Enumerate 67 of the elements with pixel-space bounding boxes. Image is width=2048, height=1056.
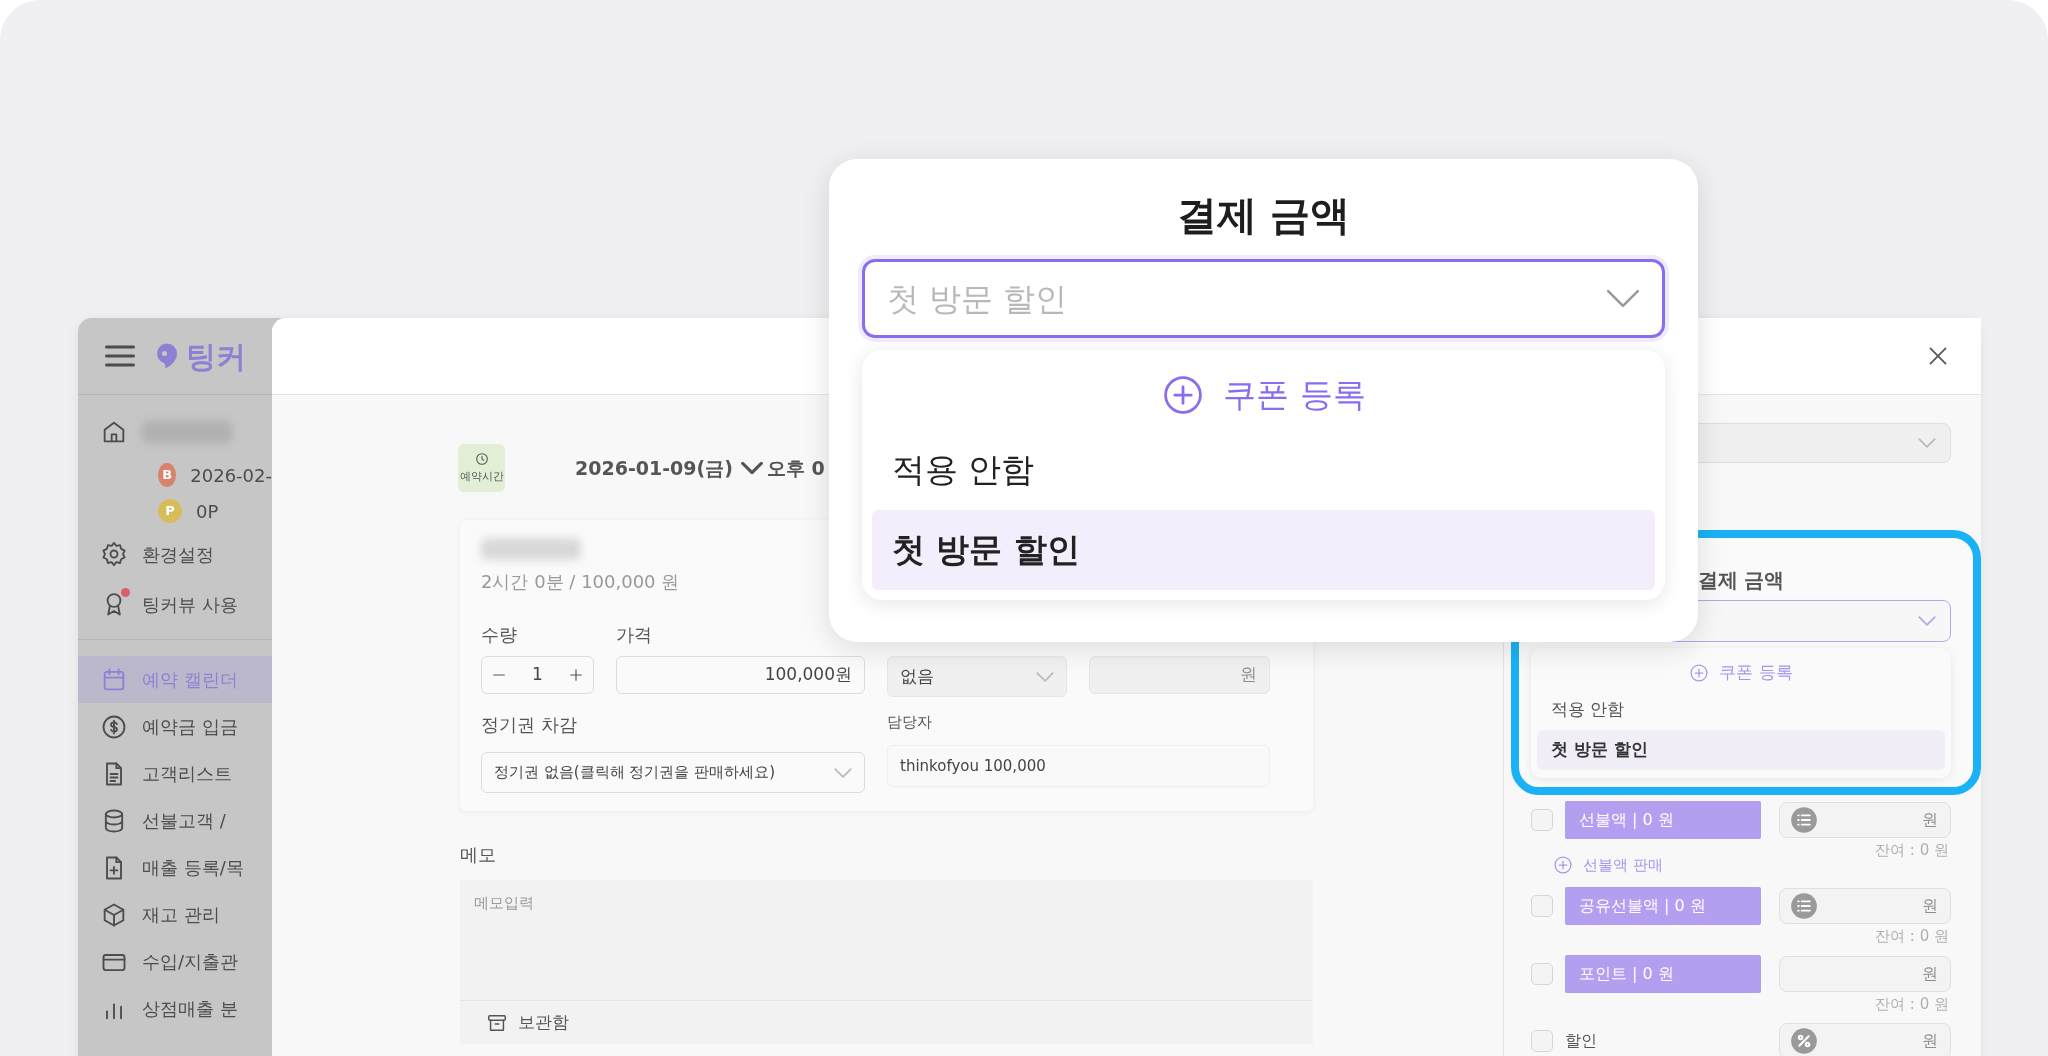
list-icon[interactable]	[1790, 892, 1818, 920]
sidebar-item[interactable]: 수입/지출관	[78, 938, 272, 985]
remaining-balance: 잔여 : 0 원	[1875, 995, 1949, 1013]
chevron-down-icon	[1036, 671, 1054, 682]
popup-title: 결제 금액	[1175, 191, 1352, 239]
plus-icon[interactable]	[567, 666, 585, 684]
date-picker[interactable]: 2026-01-09(금)	[575, 453, 733, 483]
field-label: 메모	[460, 843, 497, 867]
remaining-balance: 잔여 : 0 원	[1875, 841, 1949, 859]
chevron-down-icon	[1918, 438, 1936, 448]
field-label: 담당자	[887, 712, 933, 733]
sidebar-item[interactable]: 매출 등록/목	[78, 844, 272, 891]
chevron-down-icon	[740, 462, 763, 474]
dropdown-option[interactable]: 첫 방문 할인	[872, 510, 1655, 590]
archive-button[interactable]: 보관함	[486, 1009, 569, 1036]
amount-field[interactable]: 원	[1779, 956, 1951, 992]
add-coupon-option[interactable]: 쿠폰 등록	[872, 360, 1655, 430]
time-picker[interactable]: 오후 0	[740, 453, 825, 483]
sidebar-item[interactable]: 환경설정	[78, 529, 272, 579]
checkbox[interactable]	[1531, 963, 1553, 985]
sidebar-item[interactable]: 예약금 입금	[78, 703, 272, 750]
balance-label: 선불액 | 0 원	[1565, 801, 1761, 839]
sidebar-item[interactable]: 상점매출 분	[78, 985, 272, 1032]
dropdown-option[interactable]: 적용 안함	[872, 430, 1655, 510]
account-info: 0P	[196, 499, 219, 524]
discount-label: 할인	[1565, 1030, 1598, 1052]
dropdown-option[interactable]: 첫 방문 할인	[1537, 730, 1945, 770]
time-badge: 예약시간	[458, 444, 505, 492]
list-icon[interactable]	[1790, 806, 1818, 834]
chevron-down-icon	[1918, 616, 1936, 626]
panel-title: 결제 금액	[1696, 568, 1786, 592]
price-field[interactable]: 100,000원	[616, 656, 865, 694]
dropdown-option[interactable]: 적용 안함	[1537, 690, 1945, 730]
balance-label: 포인트 | 0 원	[1565, 955, 1761, 993]
field-label: 정기권 차감	[481, 713, 578, 737]
quantity-stepper[interactable]: 1	[481, 656, 594, 694]
amount-field[interactable]: 원	[1779, 888, 1951, 924]
percent-icon[interactable]	[1790, 1027, 1818, 1055]
sidebar-item[interactable]: 고객리스트	[78, 750, 272, 797]
amount-field[interactable]: 원	[1779, 1023, 1951, 1056]
sidebar-item[interactable]: 재고 관리	[78, 891, 272, 938]
checkbox[interactable]	[1531, 809, 1553, 831]
pass-select[interactable]: 정기권 없음(클릭해 정기권을 판매하세요)	[481, 752, 865, 793]
remaining-balance: 잔여 : 0 원	[1875, 927, 1949, 945]
brand-name: 팅커	[186, 337, 246, 376]
balance-label: 공유선불액 | 0 원	[1565, 887, 1761, 925]
chevron-down-icon	[1606, 289, 1640, 308]
memo-field[interactable]: 메모입력	[460, 880, 1313, 1000]
plus-circle-icon	[1689, 663, 1710, 683]
gear-icon	[100, 540, 128, 568]
account-badge: P	[158, 499, 182, 523]
plus-circle-icon	[1553, 855, 1573, 875]
field-label: 가격	[616, 623, 653, 647]
account-badge: B	[158, 463, 177, 487]
service-summary: 2시간 0분 / 100,000 원	[481, 570, 681, 594]
amount-field[interactable]: 원	[1089, 656, 1270, 694]
clock-icon	[473, 450, 490, 467]
staff-field[interactable]: thinkofyou 100,000	[887, 745, 1270, 787]
sidebar-item[interactable]: 선불고객 /	[78, 797, 272, 844]
field-label: 수량	[481, 623, 518, 647]
chevron-down-icon	[834, 767, 852, 778]
account-info: 2026-02-	[190, 463, 272, 488]
amount-field[interactable]: 원	[1779, 802, 1951, 838]
sidebar-item[interactable]: 팅커뷰 사용	[78, 579, 272, 629]
option-select[interactable]: 없음	[887, 656, 1067, 697]
checkbox[interactable]	[1531, 1030, 1553, 1052]
checkbox[interactable]	[1531, 895, 1553, 917]
